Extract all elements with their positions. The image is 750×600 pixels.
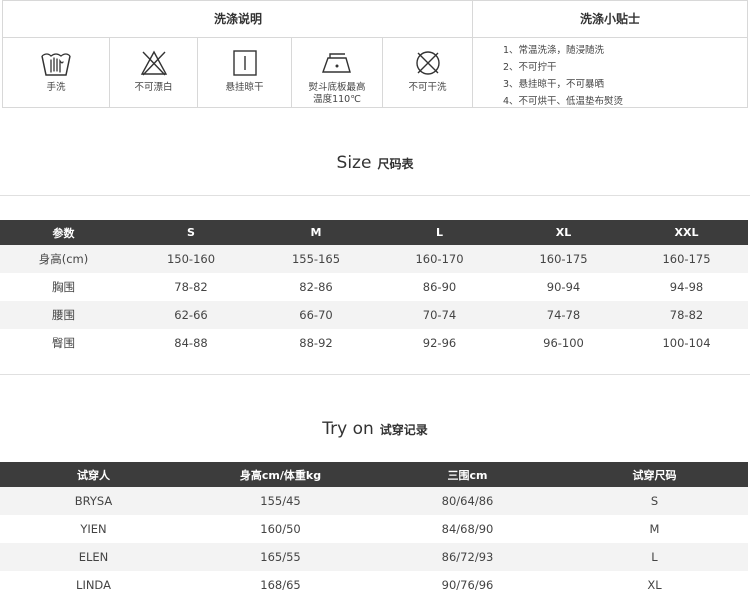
size-table-header: 参数 S M L XL XXL: [0, 220, 748, 245]
care-label: 悬挂晾干: [225, 82, 264, 93]
table-row: 腰围 62-66 66-70 70-74 74-78 78-82: [0, 301, 748, 329]
table-row: BRYSA 155/45 80/64/86 S: [0, 487, 748, 515]
header-cell: 身高cm/体重kg: [187, 462, 374, 487]
table-cell: 胸围: [52, 280, 75, 294]
no-dry-clean-icon: [415, 51, 440, 75]
size-title-cn: 尺码表: [377, 157, 414, 171]
no-bleach-icon: [140, 50, 167, 76]
iron-icon: [322, 53, 351, 73]
table-cell: 165/55: [187, 543, 374, 571]
table-cell: 74-78: [502, 301, 625, 329]
size-title-en: Size: [336, 153, 372, 173]
table-cell: 90/76/96: [441, 578, 494, 592]
table-cell: 70-74: [377, 301, 502, 329]
care-instructions-panel: 洗涤说明 洗涤小贴士 手洗 不可漂白 悬挂晾干 熨斗底板最高温度110℃ 不可干…: [2, 0, 748, 108]
wash-tips-title: 洗涤小贴士: [473, 1, 747, 38]
table-cell: M: [649, 522, 660, 536]
table-cell: 100-104: [662, 336, 711, 350]
table-cell: ELEN: [0, 543, 187, 571]
header-cell: S: [127, 220, 255, 245]
table-cell: 80/64/86: [374, 487, 561, 515]
header-cell: L: [377, 220, 502, 245]
tryon-section-title: Try on 试穿记录: [0, 419, 750, 439]
table-cell: 62-66: [127, 301, 255, 329]
tryon-title-en: Try on: [322, 419, 374, 439]
table-cell: 84-88: [174, 336, 208, 350]
wash-instructions-title: 洗涤说明: [3, 1, 473, 38]
table-cell: XL: [647, 578, 662, 592]
care-item-iron: 熨斗底板最高温度110℃: [292, 38, 382, 108]
table-row: LINDA 168/65 90/76/96 XL: [0, 571, 748, 599]
tip-item: 2、不可拧干: [503, 62, 557, 73]
table-cell: 96-100: [543, 336, 584, 350]
table-cell: 78-82: [174, 280, 208, 294]
tryon-title-cn: 试穿记录: [379, 423, 428, 437]
header-cell: 参数: [0, 220, 127, 245]
table-row: YIEN 160/50 84/68/90 M: [0, 515, 748, 543]
table-cell: 86-90: [422, 280, 457, 294]
header-cell: 三围cm: [374, 462, 561, 487]
table-cell: 84/68/90: [441, 522, 494, 536]
table-cell: 86/72/93: [374, 543, 561, 571]
care-label: 不可干洗: [408, 82, 447, 93]
header-cell: M: [255, 220, 377, 245]
table-row: 胸围 78-82 82-86 86-90 90-94 94-98: [0, 273, 748, 301]
hand-wash-icon: [41, 53, 71, 76]
care-item-hand-wash: 手洗: [3, 38, 109, 108]
table-cell: YIEN: [80, 522, 107, 536]
table-cell: 160/50: [260, 522, 301, 536]
tip-item: 1、常温洗涤，随浸随洗: [503, 45, 605, 56]
table-cell: 82-86: [299, 280, 333, 294]
header-cell: XL: [502, 220, 625, 245]
table-cell: L: [561, 543, 748, 571]
care-item-no-dry-clean: 不可干洗: [383, 38, 472, 108]
header-cell: 试穿尺码: [561, 462, 748, 487]
size-table: 参数 S M L XL XXL 身高(cm) 150-160 155-165 1…: [0, 220, 748, 357]
table-row: ELEN 165/55 86/72/93 L: [0, 543, 748, 571]
tip-item: 3、悬挂晾干，不可暴晒: [503, 79, 605, 90]
care-label: 不可漂白: [134, 82, 173, 93]
table-row: 臀围 84-88 88-92 92-96 96-100 100-104: [0, 329, 748, 357]
table-cell: 92-96: [422, 336, 457, 350]
table-cell: 155/45: [187, 487, 374, 515]
size-section-title: Size 尺码表: [0, 153, 750, 173]
care-label: 熨斗底板最高温度110℃: [308, 82, 366, 105]
hang-dry-icon: [232, 50, 257, 76]
header-cell: 试穿人: [0, 462, 187, 487]
table-cell: 160-175: [625, 245, 748, 273]
table-cell: S: [561, 487, 748, 515]
table-cell: 160-175: [502, 245, 625, 273]
tryon-table: 试穿人 身高cm/体重kg 三围cm 试穿尺码 BRYSA 155/45 80/…: [0, 462, 748, 599]
table-cell: BRYSA: [0, 487, 187, 515]
table-cell: 臀围: [52, 336, 75, 350]
tryon-table-header: 试穿人 身高cm/体重kg 三围cm 试穿尺码: [0, 462, 748, 487]
table-cell: 88-92: [299, 336, 333, 350]
table-cell: 66-70: [255, 301, 377, 329]
table-cell: 78-82: [625, 301, 748, 329]
table-cell: LINDA: [76, 578, 111, 592]
table-cell: 身高(cm): [0, 245, 127, 273]
care-item-no-bleach: 不可漂白: [110, 38, 197, 108]
table-cell: 155-165: [255, 245, 377, 273]
table-cell: 150-160: [127, 245, 255, 273]
care-label: 手洗: [46, 82, 66, 93]
table-cell: 腰围: [0, 301, 127, 329]
table-row: 身高(cm) 150-160 155-165 160-170 160-175 1…: [0, 245, 748, 273]
table-cell: 160-170: [377, 245, 502, 273]
header-cell: XXL: [625, 220, 748, 245]
table-cell: 168/65: [260, 578, 301, 592]
wash-tips-list: 1、常温洗涤，随浸随洗 2、不可拧干 3、悬挂晾干，不可暴晒 4、不可烘干、低温…: [503, 42, 623, 110]
tip-item: 4、不可烘干、低温垫布熨烫: [503, 96, 624, 107]
table-cell: 94-98: [669, 280, 704, 294]
table-cell: 90-94: [546, 280, 581, 294]
care-item-hang-dry: 悬挂晾干: [198, 38, 291, 108]
